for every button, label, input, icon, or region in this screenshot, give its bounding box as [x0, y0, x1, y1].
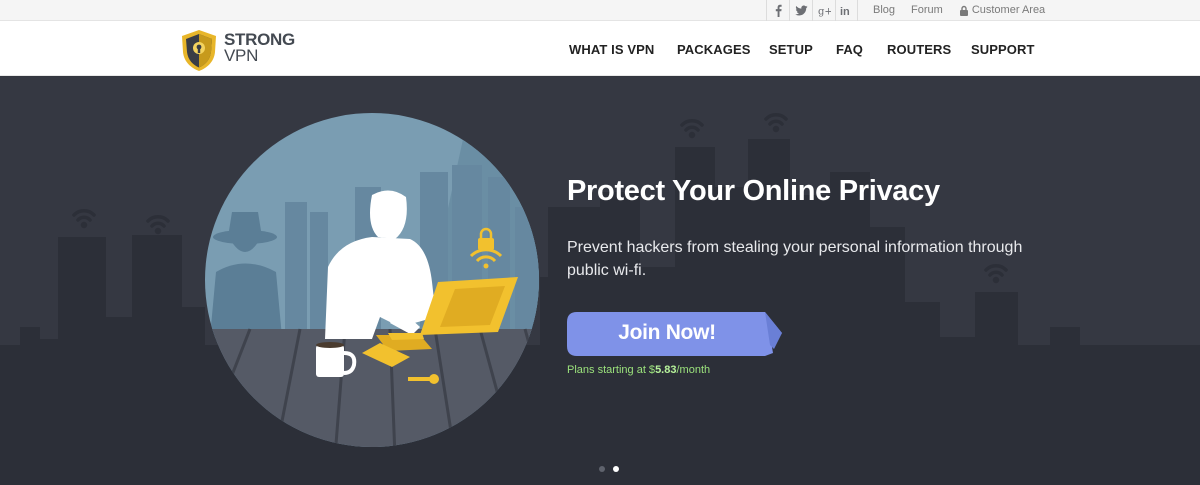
plans-price: 5.83 [655, 364, 677, 376]
blog-link[interactable]: Blog [873, 4, 895, 17]
forum-link[interactable]: Forum [911, 4, 943, 17]
join-now-label: Join Now! [618, 321, 716, 344]
svg-text:in: in [840, 6, 850, 17]
facebook-link[interactable] [766, 0, 789, 21]
facebook-icon [775, 4, 782, 17]
slider-dot-2[interactable] [613, 466, 619, 472]
google-plus-icon: g+ [818, 7, 831, 18]
main-navbar: STRONG VPN WHAT IS VPN PACKAGES SETUP FA… [0, 21, 1200, 76]
slider-dots [599, 466, 627, 472]
top-links: Blog Forum Customer Area [873, 4, 1077, 17]
customer-area-label: Customer Area [971, 4, 1046, 16]
strongvpn-logo[interactable]: STRONG VPN [178, 29, 318, 71]
svg-text:g+: g+ [818, 7, 831, 18]
top-utility-bar: g+ in Blog Forum Customer Area [0, 0, 1200, 21]
nav-what-is-vpn[interactable]: WHAT IS VPN [569, 42, 654, 57]
slider-dot-1[interactable] [599, 466, 605, 472]
plans-prefix: Plans starting at $ [567, 364, 656, 376]
nav-support[interactable]: SUPPORT [971, 42, 1035, 57]
logo-line-vpn: VPN [224, 46, 259, 65]
twitter-icon [794, 5, 807, 16]
google-plus-link[interactable]: g+ [812, 0, 835, 21]
hero-subtext: Prevent hackers from stealing your perso… [567, 239, 1023, 279]
nav-routers[interactable]: ROUTERS [887, 42, 951, 57]
plans-suffix: /month [676, 364, 711, 376]
linkedin-icon: in [840, 6, 850, 17]
nav-packages[interactable]: PACKAGES [677, 42, 751, 57]
customer-area-link[interactable]: Customer Area [959, 4, 1061, 17]
hero-banner: Protect Your Online Privacy Prevent hack… [0, 77, 1200, 485]
shield-keyhole-icon [182, 30, 216, 71]
linkedin-link[interactable]: in [835, 0, 858, 21]
hero-headline: Protect Your Online Privacy [567, 175, 940, 207]
join-now-button[interactable]: Join Now! [567, 311, 783, 357]
nav-setup[interactable]: SETUP [769, 42, 813, 57]
twitter-link[interactable] [789, 0, 812, 21]
nav-faq[interactable]: FAQ [836, 42, 863, 57]
lock-icon [959, 5, 968, 16]
social-links: g+ in [766, 0, 858, 21]
plans-pricing: Plans starting at $5.83/month [567, 364, 710, 376]
logo-text: STRONG VPN [224, 31, 295, 65]
